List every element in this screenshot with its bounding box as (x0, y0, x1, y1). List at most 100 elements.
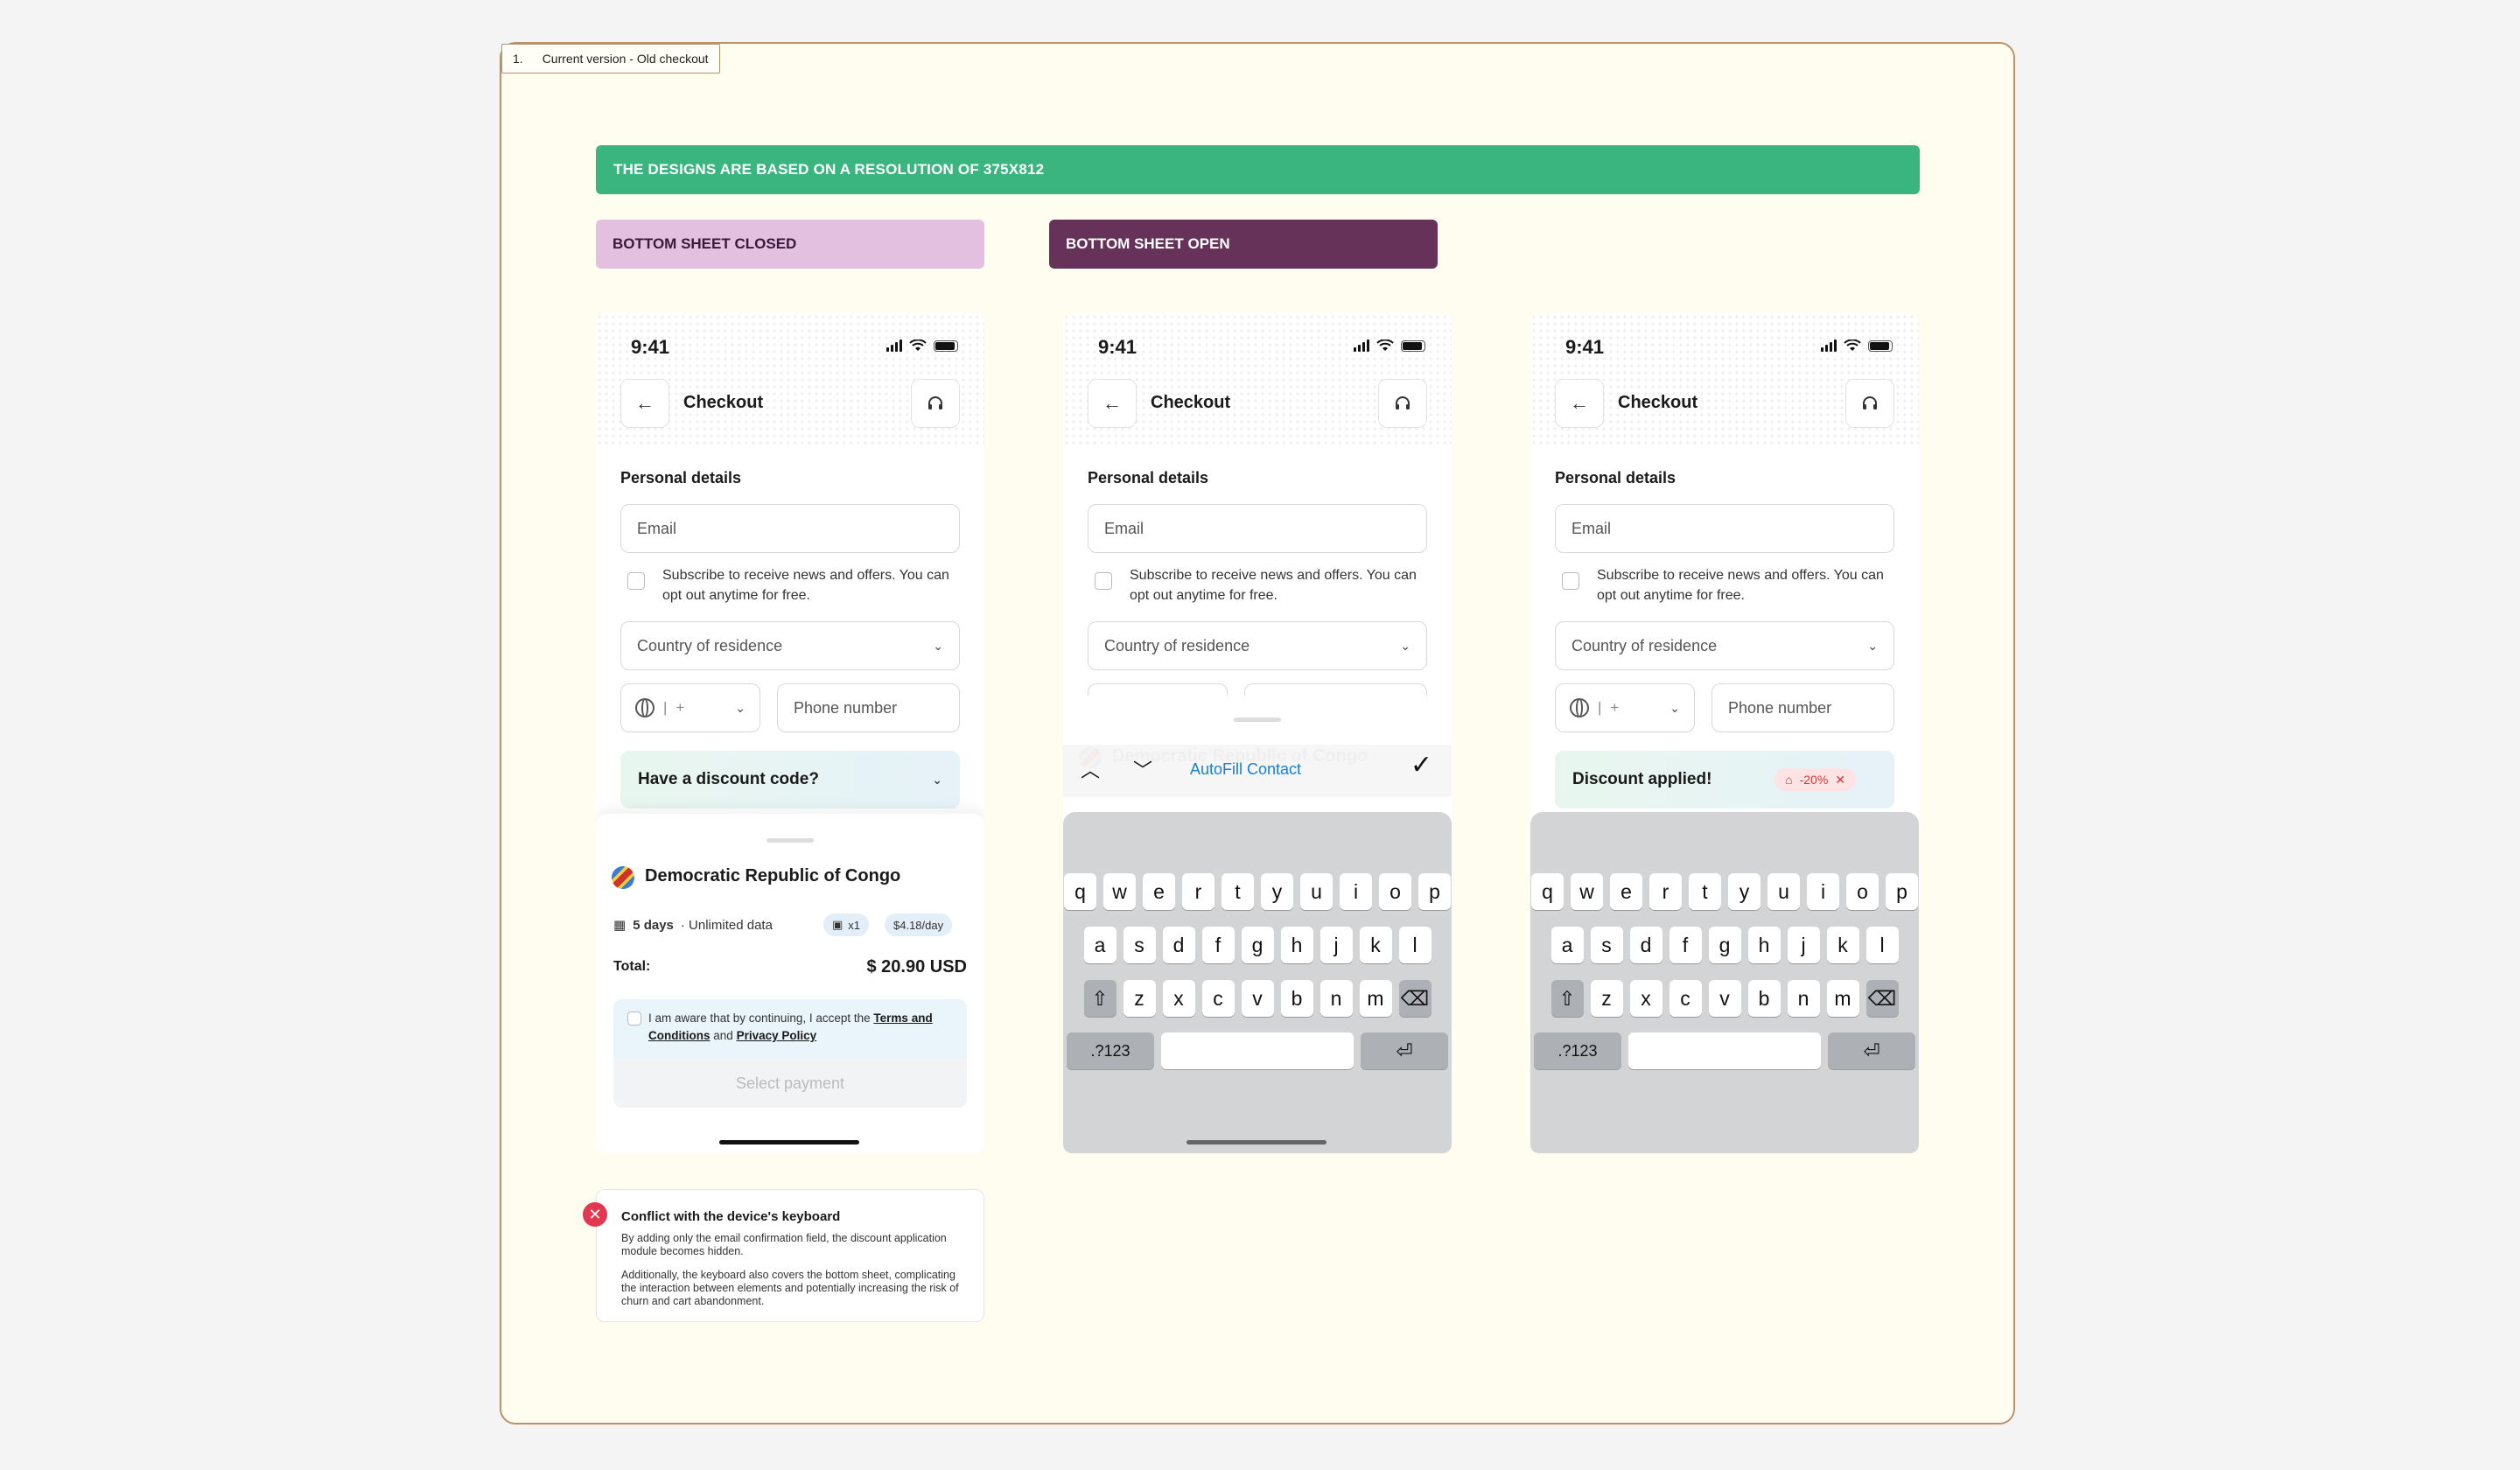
key-v[interactable]: v (1708, 980, 1741, 1017)
key-i[interactable]: i (1807, 873, 1839, 910)
key-p[interactable]: p (1886, 873, 1918, 910)
return-icon[interactable]: ⏎ (1361, 1032, 1448, 1069)
key-j[interactable]: j (1320, 927, 1353, 963)
discount-label: Have a discount code? (638, 770, 819, 788)
key-b[interactable]: b (1747, 980, 1781, 1017)
back-button[interactable]: ← (1555, 379, 1604, 428)
key-o[interactable]: o (1379, 873, 1411, 910)
phone-prefix-select[interactable]: | + ⌄ (1555, 683, 1695, 732)
key-m[interactable]: m (1826, 980, 1859, 1017)
terms-checkbox[interactable] (627, 1012, 641, 1026)
key-z[interactable]: z (1590, 980, 1623, 1017)
key-f[interactable]: f (1669, 927, 1702, 963)
sheet-grabber[interactable] (1234, 718, 1281, 722)
key-u[interactable]: u (1768, 873, 1800, 910)
numbers-key[interactable]: .?123 (1534, 1032, 1621, 1069)
key-f[interactable]: f (1201, 927, 1235, 963)
return-icon[interactable]: ⏎ (1828, 1032, 1915, 1069)
phone-discount-applied: 9:41 ← Checkout Personal details Email S… (1530, 313, 1919, 1153)
key-k[interactable]: k (1359, 927, 1392, 963)
key-m[interactable]: m (1359, 980, 1392, 1017)
email-input[interactable]: Email (1088, 504, 1427, 553)
email-input[interactable]: Email (1555, 504, 1894, 553)
chevron-up-icon[interactable]: ︿ (1081, 755, 1100, 783)
subscribe-checkbox[interactable] (1562, 572, 1579, 590)
phone-prefix-select[interactable]: | + ⌄ (620, 683, 760, 732)
backspace-icon[interactable]: ⌫ (1398, 980, 1432, 1017)
back-button[interactable]: ← (620, 379, 669, 428)
key-n[interactable]: n (1787, 980, 1820, 1017)
phone-number-input[interactable]: Phone number (777, 683, 960, 732)
phone-number-input[interactable] (1244, 683, 1427, 696)
key-y[interactable]: y (1728, 873, 1760, 910)
key-a[interactable]: a (1550, 927, 1584, 963)
key-r[interactable]: r (1649, 873, 1682, 910)
key-k[interactable]: k (1826, 927, 1859, 963)
terms-pre: I am aware that by continuing, I accept … (648, 1012, 871, 1025)
plan-duration: 5 days (633, 917, 674, 933)
key-g[interactable]: g (1241, 927, 1274, 963)
key-e[interactable]: e (1610, 873, 1642, 910)
key-h[interactable]: h (1280, 927, 1313, 963)
country-select[interactable]: Country of residence ⌄ (620, 621, 960, 670)
key-s[interactable]: s (1123, 927, 1156, 963)
key-t[interactable]: t (1689, 873, 1721, 910)
country-select[interactable]: Country of residence ⌄ (1555, 621, 1894, 670)
key-n[interactable]: n (1320, 980, 1353, 1017)
country-select[interactable]: Country of residence ⌄ (1088, 621, 1427, 670)
key-o[interactable]: o (1846, 873, 1879, 910)
key-v[interactable]: v (1241, 980, 1274, 1017)
chevron-down-icon[interactable]: ﹀ (1133, 755, 1152, 783)
space-key[interactable] (1628, 1032, 1821, 1069)
key-d[interactable]: d (1162, 927, 1195, 963)
subscribe-checkbox[interactable] (1095, 572, 1112, 590)
key-d[interactable]: d (1629, 927, 1662, 963)
support-button[interactable] (1378, 379, 1427, 428)
key-q[interactable]: q (1531, 873, 1564, 910)
key-h[interactable]: h (1747, 927, 1781, 963)
space-key[interactable] (1161, 1032, 1354, 1069)
key-w[interactable]: w (1571, 873, 1603, 910)
phone-prefix-select[interactable] (1088, 683, 1228, 696)
support-button[interactable] (911, 379, 960, 428)
select-payment-button[interactable]: Select payment (613, 1059, 967, 1108)
close-icon[interactable]: ✕ (1835, 773, 1845, 788)
key-s[interactable]: s (1590, 927, 1623, 963)
key-c[interactable]: c (1201, 980, 1235, 1017)
key-t[interactable]: t (1222, 873, 1254, 910)
sheet-grabber[interactable] (766, 838, 814, 843)
key-l[interactable]: l (1398, 927, 1432, 963)
key-i[interactable]: i (1340, 873, 1372, 910)
prefix-value: + (1610, 699, 1620, 716)
backspace-icon[interactable]: ⌫ (1866, 980, 1899, 1017)
discount-toggle[interactable]: Have a discount code? ⌄ (620, 751, 960, 808)
key-x[interactable]: x (1162, 980, 1195, 1017)
key-l[interactable]: l (1866, 927, 1899, 963)
frame-tag: 1. Current version - Old checkout (501, 44, 720, 74)
check-icon[interactable]: ✓ (1410, 750, 1432, 780)
key-g[interactable]: g (1708, 927, 1741, 963)
key-z[interactable]: z (1123, 980, 1156, 1017)
key-u[interactable]: u (1300, 873, 1333, 910)
key-j[interactable]: j (1787, 927, 1820, 963)
key-y[interactable]: y (1261, 873, 1293, 910)
shift-icon[interactable]: ⇧ (1083, 980, 1116, 1017)
key-b[interactable]: b (1280, 980, 1313, 1017)
email-input[interactable]: Email (620, 504, 960, 553)
key-q[interactable]: q (1064, 873, 1096, 910)
subscribe-checkbox[interactable] (627, 572, 645, 590)
key-x[interactable]: x (1629, 980, 1662, 1017)
key-a[interactable]: a (1083, 927, 1116, 963)
key-e[interactable]: e (1143, 873, 1175, 910)
key-r[interactable]: r (1182, 873, 1214, 910)
shift-icon[interactable]: ⇧ (1550, 980, 1584, 1017)
numbers-key[interactable]: .?123 (1067, 1032, 1154, 1069)
privacy-link[interactable]: Privacy Policy (737, 1029, 817, 1042)
key-w[interactable]: w (1103, 873, 1136, 910)
support-button[interactable] (1845, 379, 1894, 428)
phone-number-input[interactable]: Phone number (1712, 683, 1894, 732)
back-button[interactable]: ← (1088, 379, 1137, 428)
key-c[interactable]: c (1669, 980, 1702, 1017)
key-p[interactable]: p (1418, 873, 1451, 910)
autofill-contact-button[interactable]: AutoFill Contact (1190, 760, 1301, 779)
